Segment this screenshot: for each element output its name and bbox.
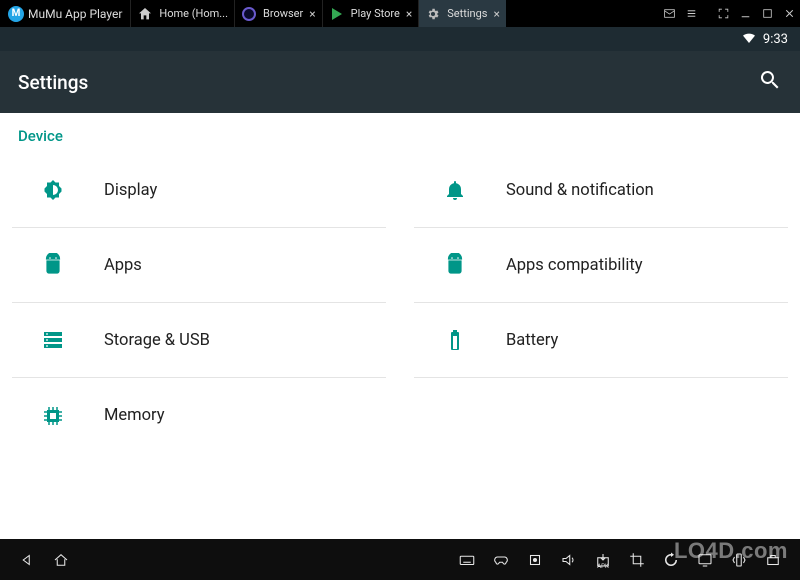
window-menu-button[interactable]: [680, 3, 702, 25]
settings-item-sound[interactable]: Sound & notification: [414, 153, 788, 228]
tool-more-button[interactable]: [756, 543, 790, 577]
tool-volume-button[interactable]: [552, 543, 586, 577]
app-bar: Settings: [0, 51, 800, 113]
home-icon: [137, 6, 153, 22]
mumu-logo-icon: M: [8, 6, 24, 22]
tab-label: Settings: [447, 7, 487, 20]
android-status-bar: 9:33: [0, 27, 800, 51]
item-label: Sound & notification: [506, 181, 654, 200]
tool-location-button[interactable]: [518, 543, 552, 577]
nav-home-button[interactable]: [44, 543, 78, 577]
tool-gamepad-button[interactable]: [484, 543, 518, 577]
item-label: Storage & USB: [104, 331, 210, 350]
status-time: 9:33: [763, 32, 788, 47]
item-label: Memory: [104, 406, 165, 425]
storage-icon: [40, 327, 66, 353]
emulator-tab-playstore[interactable]: Play Store ×: [322, 0, 419, 27]
tool-rotate-button[interactable]: [654, 543, 688, 577]
tab-close-icon[interactable]: ×: [493, 7, 499, 21]
browser-icon: [241, 6, 257, 22]
tool-apk-button[interactable]: APK: [586, 543, 620, 577]
android-icon: [40, 252, 66, 278]
section-header: Device: [0, 113, 800, 153]
emulator-tab-browser[interactable]: Browser ×: [234, 0, 322, 27]
emulator-title-bar: M MuMu App Player Home (Hom... Browser ×…: [0, 0, 800, 27]
emulator-tab-settings[interactable]: Settings ×: [418, 0, 506, 27]
empty-cell: [414, 378, 788, 453]
settings-item-display[interactable]: Display: [12, 153, 386, 228]
tool-crop-button[interactable]: [620, 543, 654, 577]
page-title: Settings: [18, 71, 88, 94]
window-fullscreen-button[interactable]: [712, 3, 734, 25]
emulator-tab-home[interactable]: Home (Hom...: [130, 0, 234, 27]
emulator-brand: M MuMu App Player: [0, 0, 130, 27]
bell-icon: [442, 177, 468, 203]
item-label: Apps: [104, 256, 142, 275]
battery-icon: [442, 327, 468, 353]
tab-close-icon[interactable]: ×: [309, 7, 315, 21]
tool-keyboard-button[interactable]: [450, 543, 484, 577]
window-mail-button[interactable]: [658, 3, 680, 25]
settings-item-storage[interactable]: Storage & USB: [12, 303, 386, 378]
settings-grid: Display Sound & notification Apps Apps c…: [0, 153, 800, 453]
tool-screenshot-button[interactable]: [688, 543, 722, 577]
tab-close-icon[interactable]: ×: [406, 7, 412, 21]
brightness-icon: [40, 177, 66, 203]
settings-gear-icon: [425, 6, 441, 22]
window-minimize-button[interactable]: [734, 3, 756, 25]
item-label: Battery: [506, 331, 558, 350]
nav-back-button[interactable]: [10, 543, 44, 577]
emulator-brand-label: MuMu App Player: [28, 7, 122, 21]
play-store-icon: [329, 6, 345, 22]
settings-item-apps-compat[interactable]: Apps compatibility: [414, 228, 788, 303]
settings-item-apps[interactable]: Apps: [12, 228, 386, 303]
tab-label: Browser: [263, 7, 303, 20]
window-close-button[interactable]: [778, 3, 800, 25]
window-maximize-button[interactable]: [756, 3, 778, 25]
item-label: Display: [104, 181, 157, 200]
tool-shake-button[interactable]: [722, 543, 756, 577]
settings-item-memory[interactable]: Memory: [12, 378, 386, 453]
search-button[interactable]: [758, 68, 782, 96]
wifi-icon: [741, 29, 757, 49]
memory-icon: [40, 403, 66, 429]
emulator-nav-bar: APK: [0, 539, 800, 580]
settings-item-battery[interactable]: Battery: [414, 303, 788, 378]
settings-content: Device Display Sound & notification Apps…: [0, 113, 800, 539]
tab-label: Play Store: [351, 7, 400, 20]
item-label: Apps compatibility: [506, 256, 643, 275]
android-icon: [442, 252, 468, 278]
tab-label: Home (Hom...: [159, 7, 228, 20]
